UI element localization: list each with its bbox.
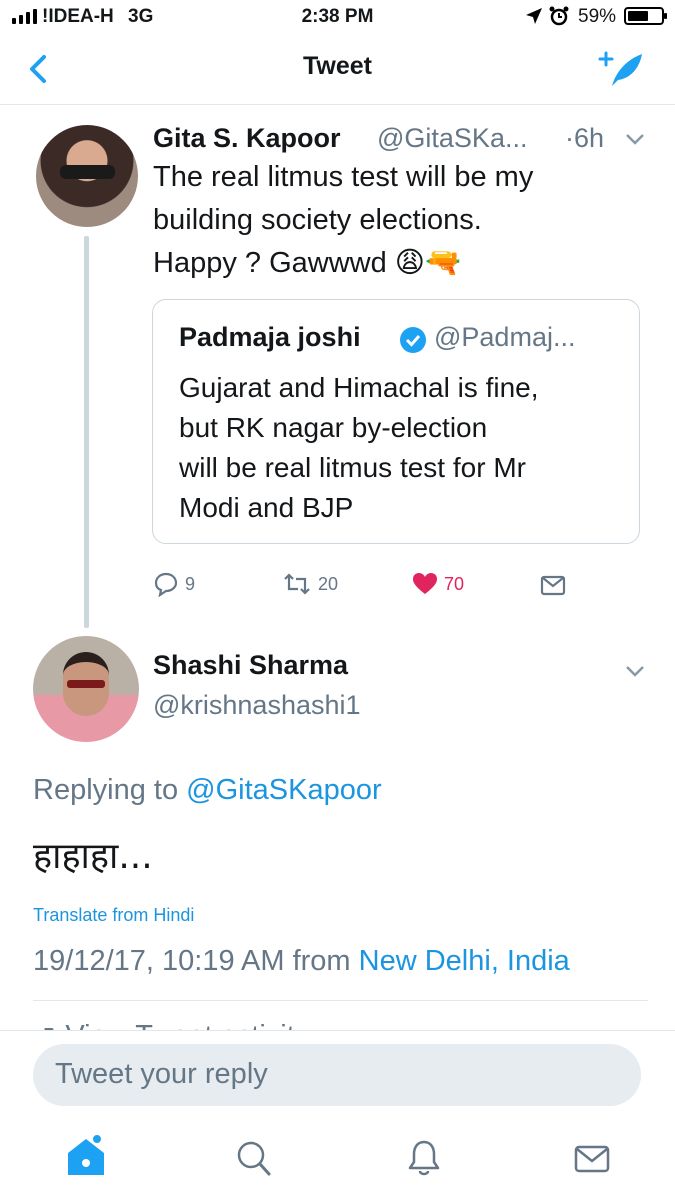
page-title: Tweet xyxy=(303,52,372,80)
tweet-time: ·6h xyxy=(565,123,605,153)
tweet-activity-label: View Tweet activity xyxy=(65,1020,309,1030)
avatar[interactable] xyxy=(36,125,138,227)
verified-badge-icon xyxy=(400,327,426,353)
home-icon[interactable] xyxy=(64,1133,108,1179)
clock: 2:38 PM xyxy=(301,6,374,27)
tweet-activity-row[interactable]: ↗ View Tweet activity xyxy=(33,1018,648,1030)
retweet-action[interactable]: 20 xyxy=(282,571,338,597)
tweet-text: The real litmus test will be my building… xyxy=(153,156,533,285)
timestamp-text: 19/12/17, 10:19 AM from xyxy=(33,945,359,977)
compose-tweet-icon[interactable] xyxy=(598,50,644,90)
author-handle[interactable]: @GitaSKa... xyxy=(377,123,527,154)
location-arrow-icon xyxy=(526,8,542,24)
notifications-bell-icon[interactable] xyxy=(406,1138,442,1178)
tweet-timestamp: 19/12/17, 10:19 AM from New Delhi, India xyxy=(33,945,570,978)
reply-count: 9 xyxy=(185,573,196,594)
quoted-line: Gujarat and Himachal is fine, xyxy=(179,372,539,403)
battery-icon xyxy=(624,7,667,25)
author-handle[interactable]: @krishnashashi1 xyxy=(153,690,361,721)
content-divider xyxy=(33,1000,648,1001)
reply-action[interactable]: 9 xyxy=(153,571,195,597)
chevron-down-icon[interactable] xyxy=(624,664,646,678)
reply-icon xyxy=(154,572,178,597)
heart-icon xyxy=(413,573,437,594)
chevron-down-icon[interactable] xyxy=(624,132,646,146)
alarm-icon xyxy=(549,6,569,26)
tweet-line: building society elections. xyxy=(153,204,482,236)
retweet-icon xyxy=(284,573,310,595)
battery-percent: 59% xyxy=(578,6,617,27)
retweet-count: 20 xyxy=(318,573,339,594)
direct-message-icon[interactable] xyxy=(540,573,566,597)
reply-input[interactable]: Tweet your reply xyxy=(33,1044,641,1106)
nav-divider xyxy=(0,104,675,105)
quoted-line: Modi and BJP xyxy=(179,492,354,523)
translate-link[interactable]: Translate from Hindi xyxy=(33,905,194,926)
search-icon[interactable] xyxy=(236,1140,272,1178)
author-name[interactable]: Gita S. Kapoor xyxy=(153,123,341,154)
author-name[interactable]: Shashi Sharma xyxy=(153,650,348,681)
replying-to: Replying to @GitaSKapoor xyxy=(33,774,382,807)
like-action[interactable]: 70 xyxy=(412,571,464,597)
replying-to-handle[interactable]: @GitaSKapoor xyxy=(186,774,381,806)
avatar[interactable] xyxy=(33,636,139,742)
reply-placeholder: Tweet your reply xyxy=(55,1058,268,1090)
status-bar: !IDEA-H 3G 2:38 PM 59% xyxy=(0,0,675,36)
main-tweet-text: हाहाहा... xyxy=(33,836,153,877)
messages-icon[interactable] xyxy=(574,1144,610,1174)
quoted-author-handle: @Padmaj... xyxy=(434,322,576,352)
location-link[interactable]: New Delhi, India xyxy=(359,945,570,977)
replying-to-label: Replying to xyxy=(33,774,187,806)
tweet-line: The real litmus test will be my xyxy=(153,161,534,193)
tweet-line: Happy ? Gawwwd 😩🔫 xyxy=(153,247,462,279)
quoted-line: but RK nagar by-election xyxy=(179,412,488,443)
quoted-tweet-card[interactable]: Padmaja joshi @Padmaj... Gujarat and Him… xyxy=(152,299,640,544)
quoted-author-name: Padmaja joshi xyxy=(179,322,361,352)
like-count: 70 xyxy=(444,573,465,594)
quoted-line: will be real litmus test for Mr xyxy=(179,452,526,483)
thread-line xyxy=(84,236,89,628)
quoted-text: Gujarat and Himachal is fine, but RK nag… xyxy=(179,368,539,528)
